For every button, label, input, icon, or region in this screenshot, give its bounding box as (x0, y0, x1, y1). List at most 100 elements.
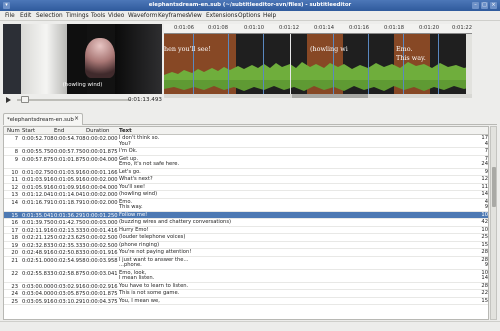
menu-file[interactable]: File (5, 13, 15, 19)
column-header-num[interactable]: Num (7, 128, 20, 134)
tab-close-icon[interactable]: × (74, 116, 79, 122)
column-header-duration[interactable]: Duration (86, 128, 109, 134)
window-title: elephantsdream-en.sub (~/subtitleeditor-… (148, 2, 352, 8)
table-row[interactable]: 23 0:03:00.000 0:03:02.916 0:00:02.916 You h… (4, 282, 488, 290)
waveform-bottom (164, 80, 472, 91)
menu-view[interactable]: View (188, 13, 202, 19)
row-text[interactable]: You, I mean we, (119, 297, 160, 305)
grid-line (228, 34, 229, 98)
table-row[interactable]: 12 0:01:05.916 0:01:09.916 0:00:04.000 You'l… (4, 184, 488, 191)
table-row[interactable]: 25 0:03:05.916 0:03:10.291 0:00:04.375 You, … (4, 297, 488, 305)
row-number: 10 (11, 169, 18, 176)
column-header-text[interactable]: Text (119, 128, 132, 134)
menu-waveform[interactable]: Waveform (128, 13, 157, 19)
play-icon[interactable] (6, 97, 11, 103)
video-player[interactable]: (howling wind) (3, 24, 162, 94)
row-text-line: Follow me! (119, 211, 148, 218)
row-characters-per-line: 42 (478, 219, 488, 226)
column-header-start[interactable]: Start (22, 128, 35, 134)
row-number: 19 (11, 242, 18, 249)
row-text[interactable]: You'll see! (119, 184, 145, 191)
row-text[interactable]: Let's go. (119, 169, 141, 176)
row-duration: 0:00:02.500 (86, 242, 118, 249)
row-text[interactable]: This is not some game. (119, 290, 179, 297)
row-text[interactable]: You're not paying attention! (119, 249, 191, 256)
row-characters-per-line: 11 (478, 184, 488, 191)
row-characters-per-line: 7 24 (478, 156, 488, 168)
row-number: 9 (14, 156, 18, 163)
maximize-icon[interactable]: □ (481, 2, 488, 9)
table-row[interactable]: 10 0:01:02.750 0:01:03.916 0:00:01.166 Let's… (4, 169, 488, 176)
waveform-zoom-scrollbar[interactable] (466, 34, 472, 98)
menu-video[interactable]: Video (108, 13, 124, 19)
row-cpl-value: 28 (481, 249, 488, 255)
table-row[interactable]: 16 0:01:39.750 0:01:42.750 0:00:03.000 (buzz… (4, 219, 488, 227)
row-text[interactable]: (phone ringing) (119, 242, 159, 249)
seek-bar[interactable] (17, 99, 131, 101)
table-row[interactable]: 14 0:01:16.791 0:01:18.791 0:00:02.000 Emo. T… (4, 199, 488, 212)
row-text[interactable]: Get up. Emo, it's not safe here. (119, 156, 179, 168)
row-cpl-value: 24 (481, 161, 488, 168)
menu-help[interactable]: Help (263, 13, 276, 19)
row-text[interactable]: (howling wind) (119, 191, 157, 198)
row-cpl-value: 14 (481, 275, 488, 282)
row-text[interactable]: I just want to answer the... ...phone. (119, 257, 188, 269)
table-row[interactable]: 13 0:01:12.041 0:01:14.041 0:00:02.000 (howl… (4, 191, 488, 199)
seek-handle[interactable] (21, 96, 29, 103)
row-text-line: This way. (119, 204, 143, 211)
table-row[interactable]: 21 0:02:51.000 0:02:54.958 0:00:03.958 I jus… (4, 257, 488, 270)
table-row[interactable]: 8 0:00:55.750 0:00:57.750 0:00:01.875 I'm Ok… (4, 148, 488, 156)
row-text[interactable]: What's next? (119, 176, 153, 183)
row-number: 15 (11, 212, 18, 219)
row-text-line: Hurry Emo! (119, 226, 149, 233)
minimize-icon[interactable]: – (472, 2, 479, 9)
table-row[interactable]: 17 0:02:11.916 0:02:13.333 0:00:01.416 Hurry… (4, 226, 488, 234)
waveform-view[interactable]: 0:01:06 0:01:08 0:01:10 0:01:12 0:01:14 … (164, 24, 472, 98)
row-text[interactable]: Hurry Emo! (119, 226, 149, 234)
row-text[interactable]: I'm Ok. (119, 148, 137, 155)
table-body: 7 0:00:52.708 0:00:54.708 0:00:02.000 I don'… (4, 135, 488, 305)
row-text[interactable]: Follow me! (119, 211, 148, 219)
playback-cursor[interactable] (290, 34, 291, 98)
table-row[interactable]: 18 0:02:21.125 0:02:23.625 0:00:02.500 (loud… (4, 234, 488, 242)
menu-extensions[interactable]: Extensions (206, 13, 237, 19)
menu-edit[interactable]: Edit (20, 13, 31, 19)
table-row[interactable]: 7 0:00:52.708 0:00:54.708 0:00:02.000 I don'… (4, 135, 488, 148)
table-row[interactable]: 19 0:02:32.833 0:02:35.333 0:00:02.500 (phon… (4, 242, 488, 249)
table-row[interactable]: 22 0:02:55.833 0:02:58.875 0:00:03.041 Emo, … (4, 270, 488, 283)
menu-keyframes[interactable]: Keyframes (158, 13, 189, 19)
table-row[interactable]: 24 0:03:04.000 0:03:05.875 0:00:01.875 This … (4, 290, 488, 298)
row-text[interactable]: I don't think so. You? (119, 135, 159, 147)
row-end-time: 0:03:02.916 (54, 283, 86, 290)
row-duration: 0:00:02.000 (86, 177, 118, 183)
tab-document[interactable]: *elephantsdream-en.sub × (3, 113, 83, 125)
table-row[interactable]: 9 0:00:57.875 0:01:01.875 0:00:04.000 Get up… (4, 156, 488, 169)
row-start-time: 0:03:04.000 (22, 291, 54, 297)
row-cpl-value: 12 (481, 176, 488, 182)
grid-line (263, 34, 264, 98)
row-text[interactable]: Emo. This way. (119, 199, 143, 211)
column-header-end[interactable]: End (54, 128, 64, 134)
row-cpl-value: 28 (481, 282, 488, 289)
table-scrollbar[interactable] (490, 126, 497, 320)
table-row[interactable]: 11 0:01:03.916 0:01:05.916 0:00:02.000 What'… (4, 176, 488, 184)
row-text-line: You, I mean we, (119, 297, 160, 304)
row-characters-per-line: 28 9 (478, 257, 488, 269)
ruler-tick: 0:01:22 (452, 25, 472, 31)
menu-options[interactable]: Options (238, 13, 260, 19)
ruler-tick: 0:01:18 (384, 25, 404, 31)
menu-timings[interactable]: Timings (66, 13, 89, 19)
video-time: 0:01:13.493 (127, 97, 162, 103)
menu-tools[interactable]: Tools (91, 13, 105, 19)
row-text[interactable]: (buzzing wires and chattery conversation… (119, 219, 231, 226)
row-text[interactable]: (louder telephone voices) (119, 234, 185, 241)
table-row[interactable]: 20 0:02:48.916 0:02:50.833 0:00:01.916 You'r… (4, 249, 488, 257)
menu-selection[interactable]: Selection (36, 13, 63, 19)
row-text[interactable]: Emo, look, I mean listen. (119, 270, 154, 282)
close-icon[interactable]: × (490, 2, 497, 9)
row-text[interactable]: You have to learn to listen. (119, 283, 188, 290)
table-scroll-thumb[interactable] (492, 167, 496, 207)
row-duration: 0:00:03.041 (86, 270, 118, 277)
waveform-scroll-thumb[interactable] (292, 94, 368, 98)
table-row[interactable]: 15 0:01:35.041 0:01:36.291 0:00:01.250 Follo… (4, 211, 488, 219)
